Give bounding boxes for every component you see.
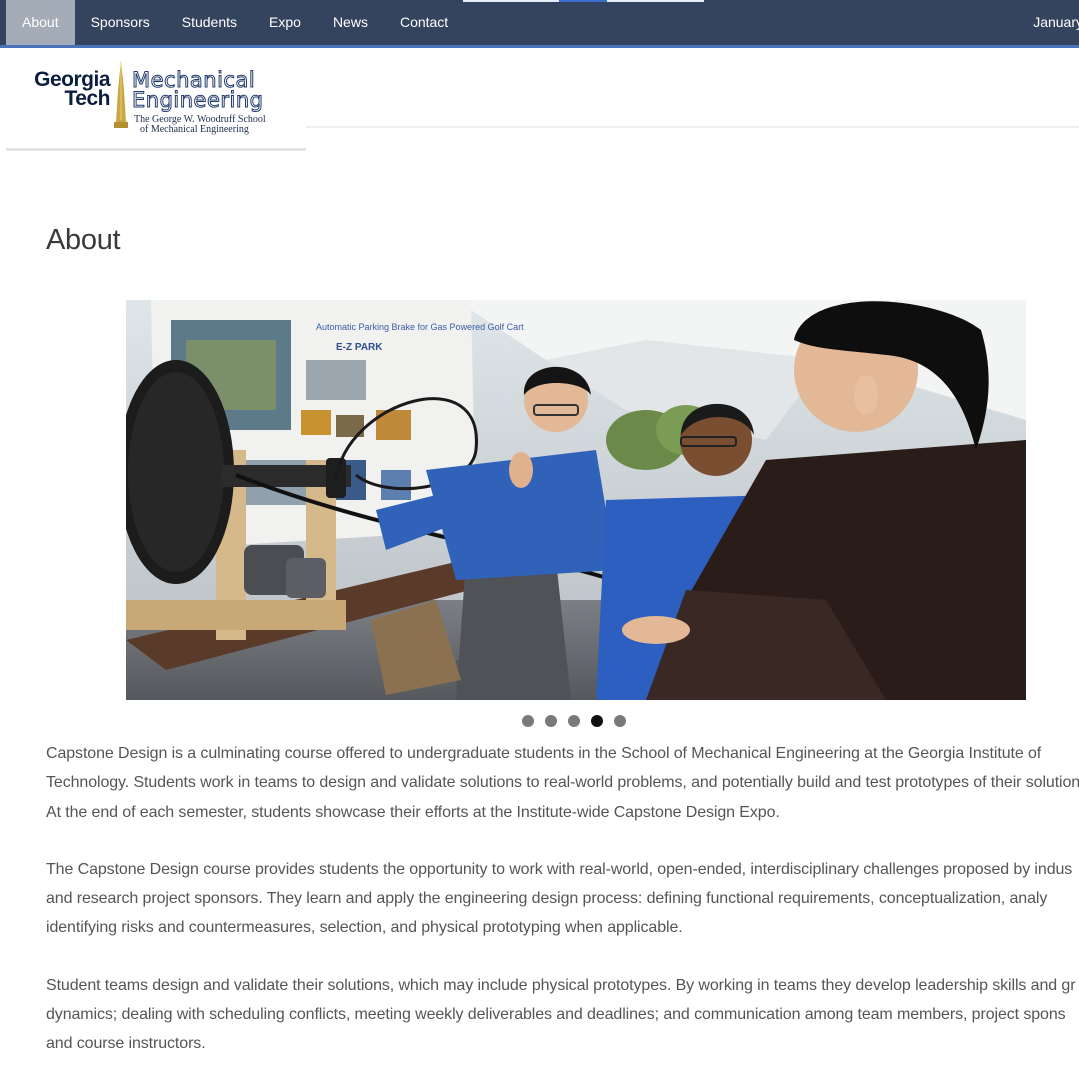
about-paragraph-3: Student teams design and validate their … — [46, 971, 1079, 1059]
paragraph-line: identifying risks and countermeasures, s… — [46, 919, 683, 937]
paragraph-line: dynamics; dealing with scheduling confli… — [46, 1006, 1066, 1024]
logo-dept-line-1: Mechanical — [132, 68, 256, 92]
carousel-dot-5[interactable] — [614, 715, 626, 727]
loading-strip — [463, 0, 704, 2]
logo-line-2: Tech — [64, 87, 111, 110]
carousel-dot-4[interactable] — [591, 715, 603, 727]
carousel-slide-photo: Automatic Parking Brake for Gas Powered … — [126, 300, 1026, 700]
image-carousel[interactable]: Automatic Parking Brake for Gas Powered … — [126, 300, 1026, 700]
logo-dept-line-2: Engineering — [132, 88, 264, 112]
nav-item-sponsors[interactable]: Sponsors — [75, 0, 166, 45]
nav-item-students[interactable]: Students — [166, 0, 253, 45]
paragraph-line: Technology. Students work in teams to de… — [46, 774, 1079, 792]
logo-institution: Georgia Tech — [6, 69, 111, 110]
carousel-pagination — [522, 715, 626, 727]
header-divider — [306, 126, 1079, 128]
poster-title-text: Automatic Parking Brake for Gas Powered … — [316, 322, 524, 332]
carousel-dot-3[interactable] — [568, 715, 580, 727]
loading-strip-fill — [559, 0, 607, 2]
carousel-dot-1[interactable] — [522, 715, 534, 727]
paragraph-line: and research project sponsors. They lear… — [46, 890, 1048, 908]
paragraph-line: The Capstone Design course provides stud… — [46, 860, 1073, 878]
about-paragraph-2: The Capstone Design course provides stud… — [46, 855, 1079, 943]
nav-item-about[interactable]: About — [6, 0, 75, 45]
paragraph-line: and course instructors. — [46, 1035, 206, 1053]
about-content: Capstone Design is a culminating course … — [46, 739, 1079, 1087]
nav-menu: About Sponsors Students Expo News Contac… — [6, 0, 464, 45]
poster-label-text: E-Z PARK — [336, 342, 383, 353]
logo-department: Mechanical Engineering — [132, 68, 264, 112]
tech-tower-icon — [114, 60, 128, 128]
paragraph-line: Capstone Design is a culminating course … — [46, 745, 1042, 762]
paragraph-line: At the end of each semester, students sh… — [46, 803, 780, 821]
logo-sub-line-2: of Mechanical Engineering — [140, 124, 249, 135]
site-logo[interactable]: Georgia Tech Mechanical Engineering The … — [6, 56, 306, 151]
about-paragraph-1: Capstone Design is a culminating course … — [46, 739, 1079, 827]
page-title: About — [46, 224, 121, 256]
paragraph-line: Student teams design and validate their … — [46, 976, 1076, 994]
top-navigation-bar: About Sponsors Students Expo News Contac… — [0, 0, 1079, 48]
nav-item-news[interactable]: News — [317, 0, 384, 45]
nav-date: January — [1033, 14, 1079, 30]
carousel-dot-2[interactable] — [545, 715, 557, 727]
logo-subtitle: The George W. Woodruff School of Mechani… — [134, 115, 266, 135]
nav-item-expo[interactable]: Expo — [253, 0, 317, 45]
nav-item-contact[interactable]: Contact — [384, 0, 464, 45]
